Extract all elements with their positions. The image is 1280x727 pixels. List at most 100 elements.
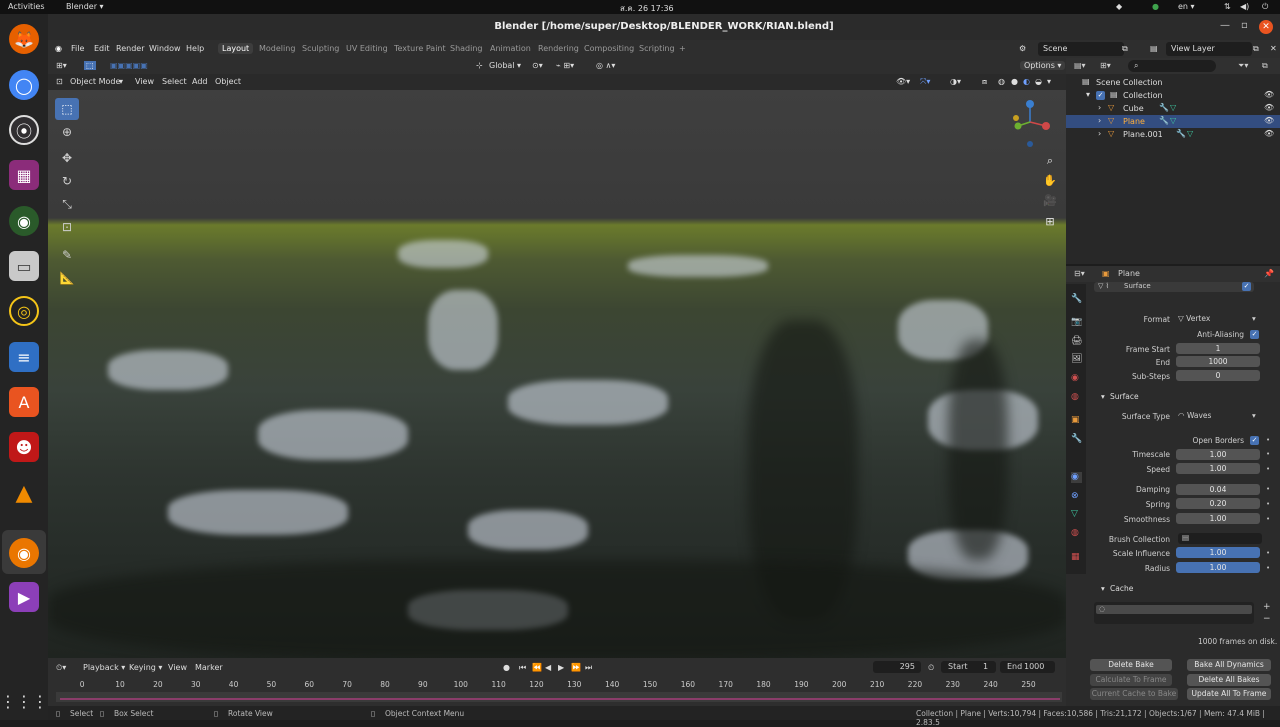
modifier-icon[interactable]: 🔧: [1176, 129, 1186, 138]
surface-section-header[interactable]: Surface: [1110, 392, 1139, 401]
app-menu[interactable]: Blender ▾: [66, 2, 104, 11]
damping-field[interactable]: 0.04: [1176, 484, 1260, 495]
shading-dropdown-icon[interactable]: ▾: [1047, 77, 1051, 86]
properties-editor-icon[interactable]: ⊟▾: [1074, 269, 1085, 278]
modifier-icon[interactable]: 🔧: [1159, 116, 1169, 125]
writer-icon[interactable]: ≡: [9, 342, 39, 372]
jump-start-icon[interactable]: ⏮: [519, 663, 526, 673]
transform-orientation[interactable]: Global: [489, 61, 515, 70]
cache-section-header[interactable]: Cache: [1110, 584, 1133, 593]
select-mode-icons[interactable]: ▣▣▣▣▣: [110, 61, 148, 70]
gizmo-icon[interactable]: ⤧▾: [920, 77, 930, 87]
mesh-data-icon[interactable]: ▽: [1187, 129, 1193, 138]
cache-list[interactable]: ◌: [1094, 602, 1254, 624]
frame-start-field[interactable]: 1: [1176, 343, 1260, 354]
volume-icon[interactable]: ◀): [1240, 2, 1249, 11]
viewport-menu-add[interactable]: Add: [192, 77, 208, 86]
options-button[interactable]: Options ▾: [1020, 61, 1066, 70]
shading-wireframe-icon[interactable]: ◍: [998, 77, 1005, 86]
outliner-row-plane[interactable]: › ▽ Plane 🔧 ▽ 👁: [1066, 115, 1280, 128]
tab-layout[interactable]: Layout: [218, 43, 254, 54]
tab-texture-paint[interactable]: Texture Paint: [394, 44, 446, 53]
shading-solid-icon[interactable]: ●: [1011, 77, 1018, 86]
navigation-gizmo[interactable]: [1000, 96, 1050, 150]
zoom-icon[interactable]: ⌕: [1040, 154, 1060, 172]
files-icon[interactable]: ▭: [9, 251, 39, 281]
playback-menu[interactable]: Playback ▾: [83, 663, 125, 672]
spring-field[interactable]: 0.20: [1176, 498, 1260, 509]
mode-selector[interactable]: Object Mode: [70, 77, 120, 86]
mode-icon[interactable]: ⊡: [56, 77, 63, 86]
remove-view-layer-icon[interactable]: ✕: [1270, 44, 1277, 53]
3d-viewport[interactable]: [48, 90, 1066, 658]
keyframe-dot-icon[interactable]: •: [1266, 500, 1270, 508]
world-tab-icon[interactable]: ◍: [1071, 392, 1082, 403]
dropbox-icon[interactable]: ◆: [1116, 2, 1122, 11]
close-icon[interactable]: ✕: [1259, 20, 1273, 34]
mesh-data-icon[interactable]: ▽: [1170, 116, 1176, 125]
speed-field[interactable]: 1.00: [1176, 463, 1260, 474]
scale-tool-icon[interactable]: ⤡: [55, 193, 79, 215]
new-collection-icon[interactable]: ⧉: [1262, 61, 1268, 71]
software-center-icon[interactable]: A: [9, 387, 39, 417]
next-keyframe-icon[interactable]: ⏩: [571, 663, 581, 672]
pivot-icon[interactable]: ⊙▾: [532, 61, 543, 70]
keyframe-dot-icon[interactable]: •: [1266, 515, 1270, 523]
outliner-row-plane-001[interactable]: › ▽ Plane.001 🔧 ▽ 👁: [1066, 128, 1280, 141]
surface-type-dropdown[interactable]: ◠ Waves: [1178, 411, 1211, 420]
scene-icon[interactable]: ⚙: [1019, 44, 1026, 53]
activities-button[interactable]: Activities: [8, 2, 45, 11]
play-icon[interactable]: ▶: [558, 663, 564, 672]
shading-rendered-icon[interactable]: ◒: [1035, 77, 1042, 86]
outliner-editor-icon[interactable]: ▤▾: [1074, 61, 1086, 70]
transform-tool-icon[interactable]: ⊡: [55, 216, 79, 238]
viewport-menu-object[interactable]: Object: [215, 77, 241, 86]
snap-icon[interactable]: ⌁ ⊞▾: [556, 61, 574, 70]
surface-section-arrow-icon[interactable]: ▾: [1101, 392, 1105, 401]
filter-icon[interactable]: ⏷▾: [1238, 61, 1248, 71]
tab-animation[interactable]: Animation: [490, 44, 531, 53]
keyframe-dot-icon[interactable]: •: [1266, 549, 1270, 557]
game-icon[interactable]: ☻: [9, 432, 39, 462]
outliner-row-scene-collection[interactable]: ▤ Scene Collection: [1066, 76, 1280, 89]
media-player-icon[interactable]: ▶: [9, 582, 39, 612]
orientation-dropdown-icon[interactable]: ▾: [517, 61, 521, 70]
power-icon[interactable]: ⏻: [1262, 2, 1268, 12]
outliner-row-cube[interactable]: › ▽ Cube 🔧 ▽ 👁: [1066, 102, 1280, 115]
scale-influence-field[interactable]: 1.00: [1176, 547, 1260, 558]
tab-modeling[interactable]: Modeling: [259, 44, 295, 53]
display-mode-icon[interactable]: ⊞▾: [1100, 61, 1111, 70]
keyframe-dot-icon[interactable]: •: [1266, 485, 1270, 493]
keying-menu[interactable]: Keying ▾: [129, 663, 162, 672]
new-view-layer-icon[interactable]: ⧉: [1253, 44, 1259, 54]
remove-cache-icon[interactable]: −: [1263, 614, 1271, 624]
mesh-data-icon[interactable]: ▽: [1170, 103, 1176, 112]
expand-arrow-icon[interactable]: ›: [1098, 129, 1101, 138]
visibility-eye-icon[interactable]: 👁: [1264, 129, 1274, 138]
add-workspace-icon[interactable]: +: [679, 44, 686, 53]
calculate-to-frame-button[interactable]: Calculate To Frame: [1090, 674, 1172, 686]
chrome-icon[interactable]: ◉: [9, 206, 39, 236]
scene-selector[interactable]: Scene: [1038, 42, 1124, 56]
overlays-icon[interactable]: ◑▾: [950, 77, 961, 86]
select-tweak-icon[interactable]: ⬚: [84, 61, 96, 70]
collection-checkbox[interactable]: ✓: [1096, 91, 1105, 100]
timescale-field[interactable]: 1.00: [1176, 449, 1260, 460]
visibility-eye-icon[interactable]: 👁: [1264, 116, 1274, 125]
visibility-icon[interactable]: 👁▾: [896, 77, 910, 86]
brush-collection-field[interactable]: ▤: [1178, 533, 1262, 544]
obs-icon[interactable]: ⦿: [9, 115, 39, 145]
cache-section-arrow-icon[interactable]: ▾: [1101, 584, 1105, 593]
minimize-icon[interactable]: —: [1220, 20, 1230, 31]
delete-bake-button[interactable]: Delete Bake: [1090, 659, 1172, 671]
anti-aliasing-checkbox[interactable]: ✓: [1250, 330, 1259, 339]
menu-render[interactable]: Render: [116, 44, 144, 53]
tab-uv-editing[interactable]: UV Editing: [346, 44, 388, 53]
maximize-icon[interactable]: ▫: [1241, 20, 1248, 31]
view-layer-selector[interactable]: View Layer: [1166, 42, 1252, 56]
vlc-icon[interactable]: ▲: [9, 478, 39, 508]
proportional-edit-icon[interactable]: ◎ ∧▾: [596, 61, 615, 70]
start-frame-field[interactable]: Start 1: [941, 661, 996, 673]
play-reverse-icon[interactable]: ◀: [545, 663, 551, 672]
tab-rendering[interactable]: Rendering: [538, 44, 579, 53]
